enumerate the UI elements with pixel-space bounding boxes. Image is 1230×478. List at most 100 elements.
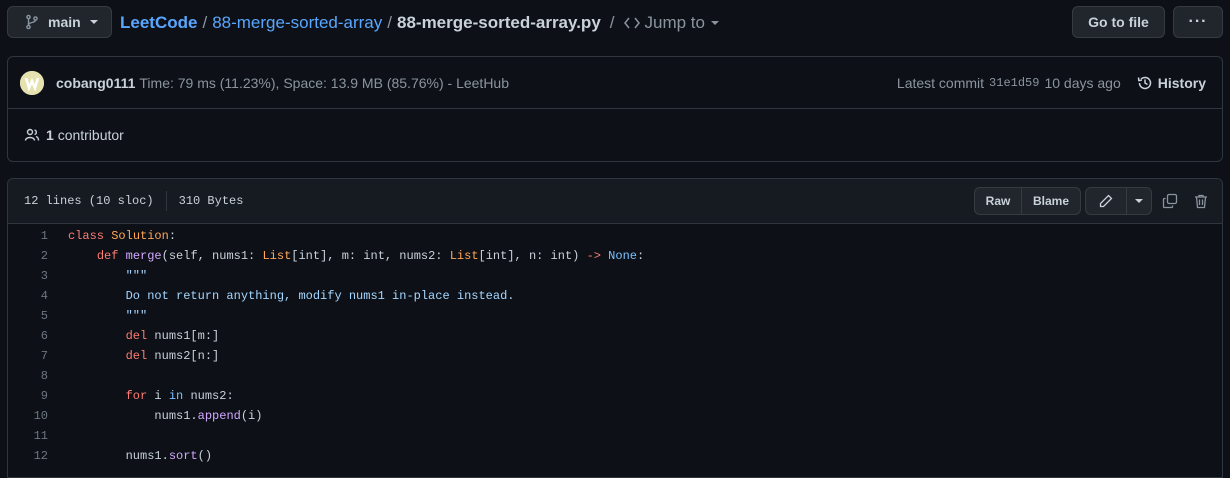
people-icon (24, 128, 40, 141)
latest-commit-box: cobang0111 Time: 79 ms (11.23%), Space: … (7, 56, 1223, 162)
code-token: for (125, 389, 155, 403)
file-viewer: 12 lines (10 sloc) 310 Bytes Raw Blame 1… (7, 178, 1223, 478)
line-number[interactable]: 8 (8, 369, 48, 383)
contributor-label: contributor (57, 127, 124, 143)
line-content: def merge(self, nums1: List[int], m: int… (48, 249, 644, 263)
blame-button[interactable]: Blame (1021, 187, 1081, 215)
code-line: 7 del nums2[n:] (8, 346, 1222, 366)
trash-icon (1195, 194, 1207, 209)
breadcrumb-repo-link[interactable]: LeetCode (120, 13, 197, 33)
history-label: History (1157, 75, 1206, 91)
line-content: """ (48, 309, 148, 323)
code-token: def (96, 249, 126, 263)
code-token: None (608, 249, 637, 263)
commit-sha[interactable]: 31e1d59 (989, 76, 1039, 90)
line-number[interactable]: 3 (8, 269, 48, 283)
code-token: nums1[m:] (154, 329, 220, 343)
branch-name: main (48, 14, 81, 30)
code-token: [int], m: int, nums2: (291, 249, 450, 263)
history-button[interactable]: History (1137, 75, 1206, 91)
breadcrumb-file-name: 88-merge-sorted-array.py (397, 13, 601, 32)
breadcrumb-folder-link[interactable]: 88-merge-sorted-array (212, 13, 382, 33)
breadcrumb-separator: / (202, 13, 208, 32)
more-options-button[interactable]: ··· (1173, 6, 1223, 38)
code-token: """ (125, 309, 148, 323)
avatar-icon (20, 70, 44, 95)
commit-meta: Latest commit 31e1d59 10 days ago Histor… (897, 57, 1206, 109)
file-header: 12 lines (10 sloc) 310 Bytes Raw Blame (8, 179, 1222, 224)
code-line: 6 del nums1[m:] (8, 326, 1222, 346)
code-token: nums1. (154, 409, 198, 423)
caret-down-icon (89, 20, 98, 24)
line-number[interactable]: 6 (8, 329, 48, 343)
contributors-row[interactable]: 1 contributor (8, 109, 1222, 161)
line-number[interactable]: 12 (8, 449, 48, 463)
jump-to-label: Jump to (644, 13, 705, 32)
code-token: sort (168, 449, 198, 463)
line-content: nums1.sort() (48, 449, 212, 463)
code-token: List (262, 249, 292, 263)
line-content: class Solution: (48, 229, 176, 243)
branch-select-button[interactable]: main (7, 6, 112, 38)
line-number[interactable]: 9 (8, 389, 48, 403)
copy-button[interactable] (1158, 189, 1182, 213)
pencil-icon (1099, 194, 1113, 208)
copy-icon (1162, 193, 1178, 209)
code-token: Solution (111, 229, 169, 243)
edit-options-dropdown[interactable] (1126, 187, 1152, 215)
breadcrumb-separator: / (387, 13, 392, 32)
code-token: i (154, 389, 169, 403)
line-number[interactable]: 11 (8, 429, 48, 443)
line-number[interactable]: 1 (8, 229, 48, 243)
file-line-count: 12 lines (10 sloc) (24, 194, 154, 208)
line-content: for i in nums2: (48, 389, 234, 403)
file-topbar: main LeetCode / 88-merge-sorted-array / … (0, 0, 1230, 46)
line-number[interactable]: 4 (8, 289, 48, 303)
line-number[interactable]: 2 (8, 249, 48, 263)
code-line: 2 def merge(self, nums1: List[int], m: i… (8, 246, 1222, 266)
avatar[interactable] (20, 70, 44, 95)
delete-file-button[interactable] (1189, 189, 1213, 213)
code-token: nums2[n:] (154, 349, 220, 363)
code-token: nums2: (190, 389, 234, 403)
breadcrumb: LeetCode / 88-merge-sorted-array / 88-me… (120, 12, 720, 34)
code-line: 10 nums1.append(i) (8, 406, 1222, 426)
line-content: nums1.append(i) (48, 409, 262, 423)
code-line: 4 Do not return anything, modify nums1 i… (8, 286, 1222, 306)
code-token: in (168, 389, 191, 403)
go-to-file-button[interactable]: Go to file (1072, 6, 1165, 38)
code-token: Do not return anything, modify nums1 in-… (125, 289, 515, 303)
code-token: List (449, 249, 479, 263)
code-line: 8 (8, 366, 1222, 386)
code-line: 5 """ (8, 306, 1222, 326)
caret-down-icon (711, 21, 719, 25)
commit-row: cobang0111 Time: 79 ms (11.23%), Space: … (8, 57, 1222, 109)
code-line: 9 for i in nums2: (8, 386, 1222, 406)
code-token: del (125, 329, 155, 343)
code-icon (623, 17, 640, 29)
commit-message[interactable]: Time: 79 ms (11.23%), Space: 13.9 MB (85… (139, 75, 509, 91)
code-token: append (197, 409, 241, 423)
line-number[interactable]: 7 (8, 349, 48, 363)
commit-author[interactable]: cobang0111 (56, 75, 135, 91)
raw-button[interactable]: Raw (974, 187, 1022, 215)
code-token: merge (125, 249, 162, 263)
history-icon (1137, 76, 1152, 90)
jump-to-button[interactable]: Jump to (623, 13, 720, 33)
line-number[interactable]: 10 (8, 409, 48, 423)
code-line: 11 (8, 426, 1222, 446)
line-number[interactable]: 5 (8, 309, 48, 323)
commit-time: 10 days ago (1044, 75, 1121, 91)
divider (165, 191, 167, 211)
line-content: Do not return anything, modify nums1 in-… (48, 289, 515, 303)
code-line: 12 nums1.sort() (8, 446, 1222, 466)
edit-file-button[interactable] (1085, 187, 1127, 215)
code-token: nums1. (125, 449, 169, 463)
code-token: (self, nums1: (161, 249, 263, 263)
caret-down-icon (1135, 199, 1143, 203)
